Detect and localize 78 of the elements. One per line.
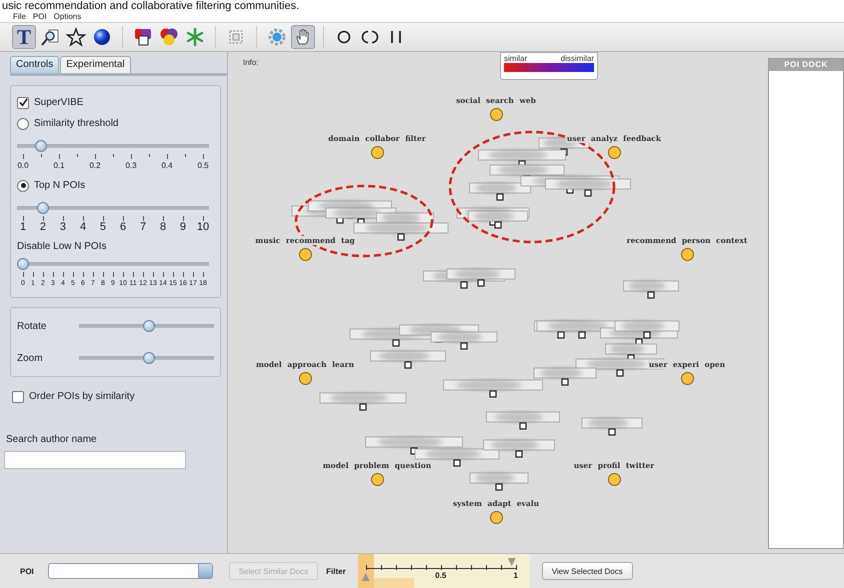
legend-label: similar — [504, 54, 528, 63]
slider-label: Disable Low N POIs — [17, 241, 108, 252]
tick-label: 0.2 — [89, 160, 101, 171]
poi-dot[interactable] — [608, 473, 620, 486]
checkbox[interactable] — [12, 390, 24, 402]
hand-icon — [296, 29, 308, 44]
poi-dot[interactable] — [680, 248, 694, 261]
menu-item[interactable]: POI — [32, 12, 47, 22]
tick-label: 4 — [80, 222, 86, 233]
tick-label: 0.4 — [161, 160, 173, 171]
ring-icon — [338, 30, 350, 44]
dock-title: POI DOCK — [769, 59, 843, 71]
overlapping-circles-icon — [160, 28, 178, 46]
info-label: Info: — [243, 58, 259, 67]
tick-label: 0.3 — [125, 160, 137, 171]
gear-icon — [268, 28, 286, 46]
hand-tool-button[interactable] — [291, 25, 315, 49]
poi-dot[interactable] — [298, 372, 312, 385]
menu-item[interactable]: Options — [54, 12, 82, 22]
tick-label: 9 — [180, 222, 186, 233]
slider-thumb[interactable] — [508, 558, 516, 566]
radio-label: Similarity threshold — [34, 118, 118, 129]
tick-label: 0.5 — [435, 571, 446, 580]
tab[interactable]: Controls — [10, 56, 60, 73]
bars-icon — [391, 31, 401, 43]
star-tool-button[interactable] — [64, 25, 88, 49]
text-tool-button[interactable]: T — [12, 25, 36, 49]
slider-thumb[interactable] — [142, 352, 155, 364]
selection-icon — [230, 30, 242, 44]
slider-label: Zoom — [17, 352, 44, 364]
poi-dot[interactable] — [490, 108, 502, 121]
combo-label: POI — [20, 566, 34, 576]
tick-label: 0.5 — [197, 160, 209, 171]
tick-label: 8 — [160, 222, 166, 233]
tick-label: 3 — [60, 222, 66, 233]
sphere-icon — [94, 29, 110, 45]
filter-slider[interactable]: 0.5 1 — [358, 554, 530, 588]
poi-dot[interactable] — [680, 372, 694, 385]
legend-label: dissimilar — [560, 54, 594, 63]
checkbox[interactable] — [17, 96, 29, 108]
range-highlight — [374, 578, 414, 588]
slider-thumb[interactable] — [17, 258, 29, 270]
poi-dropdown[interactable] — [48, 563, 213, 579]
poi-dot[interactable] — [608, 146, 620, 159]
checkbox-label: SuperVIBE — [34, 97, 84, 108]
view-selected-docs-button[interactable]: View Selected Docs — [542, 562, 633, 580]
asterisk-icon — [186, 28, 204, 46]
tick-label: 0.0 — [17, 160, 29, 171]
magnifier-icon — [41, 30, 58, 46]
slider-thumb[interactable] — [35, 140, 47, 152]
poi-dot[interactable] — [370, 473, 384, 486]
menu-item[interactable]: File — [13, 12, 26, 22]
tick-label: 10 — [196, 222, 210, 233]
tick-label: 7 — [140, 222, 146, 233]
overlapping-squares-icon — [135, 29, 151, 46]
star-icon — [66, 27, 86, 47]
radio-label: Top N POIs — [34, 180, 86, 191]
radio-button[interactable] — [17, 180, 29, 192]
field-label: Search author name — [6, 434, 98, 445]
caption-text: usic recommendation and collaborative filtering communities. — [1, 0, 300, 12]
tick-label: 5 — [100, 222, 106, 233]
slider-thumb[interactable] — [36, 202, 49, 214]
poi-dot[interactable] — [490, 511, 502, 524]
tick-label: 1 — [20, 222, 26, 233]
slider-thumb[interactable] — [142, 320, 155, 332]
search-field[interactable] — [4, 451, 186, 469]
radio-button[interactable] — [17, 118, 29, 130]
tick-label: 0.1 — [53, 160, 65, 171]
tick-label: 1 — [513, 571, 518, 580]
filter-label: Filter — [326, 566, 346, 576]
tick-label: 2 — [40, 222, 46, 233]
tab[interactable]: Experimental — [60, 56, 131, 73]
checkbox-label: Order POIs by similarity — [29, 391, 135, 402]
poi-dot[interactable] — [370, 146, 384, 159]
poi-dot[interactable] — [298, 248, 312, 261]
brackets-icon — [362, 30, 378, 44]
tick-label: 6 — [120, 222, 126, 233]
slider-label: Rotate — [17, 320, 48, 332]
